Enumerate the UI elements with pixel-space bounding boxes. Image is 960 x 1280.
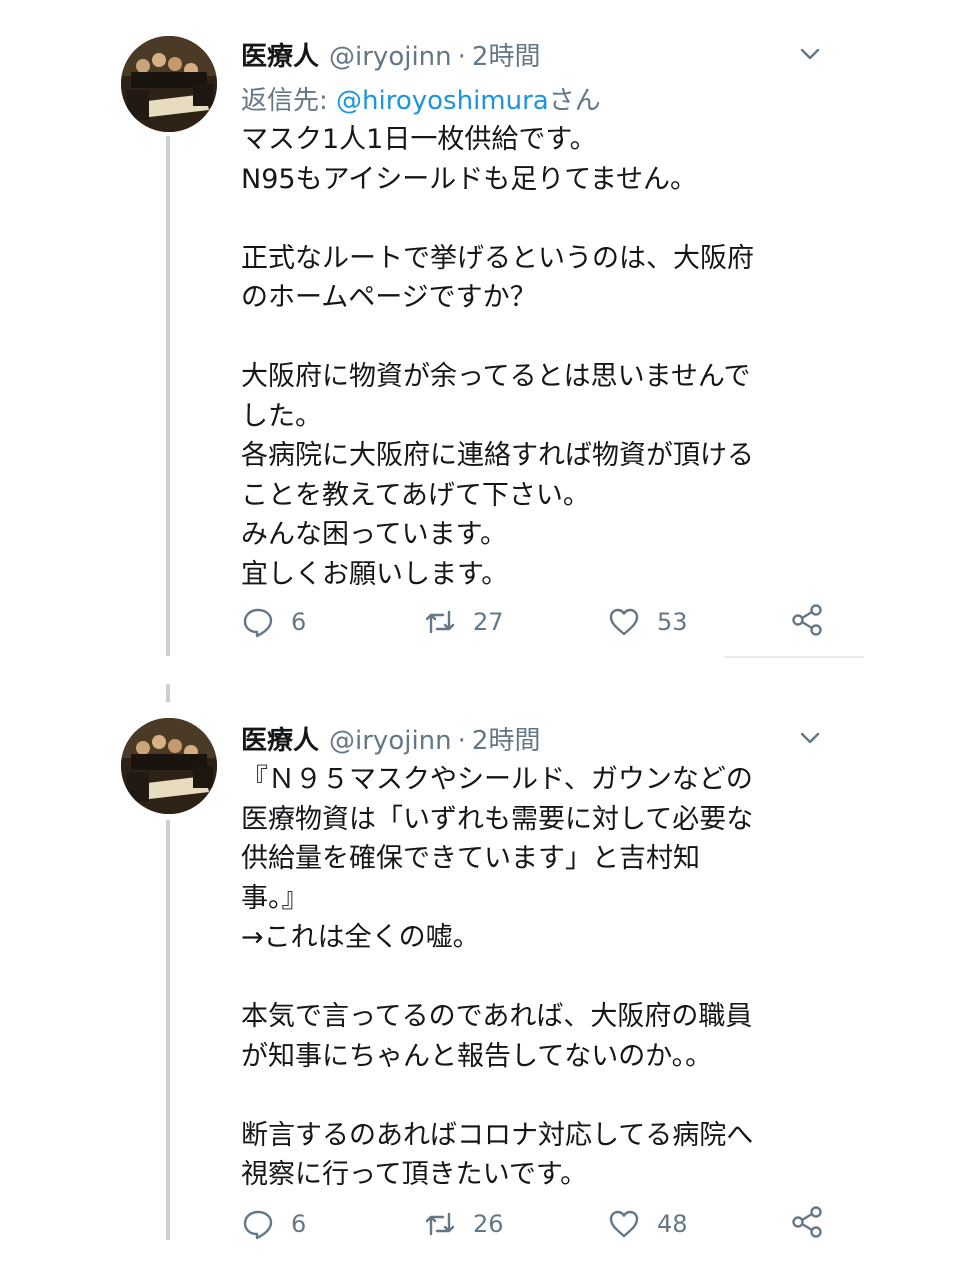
separator-dot: · bbox=[457, 42, 466, 72]
tweet-text-line: 宜しくお願いします。 bbox=[241, 558, 509, 590]
reply-to-prefix: 返信先: bbox=[241, 86, 337, 116]
tweet-text-line bbox=[241, 1076, 753, 1116]
avatar-painting bbox=[121, 718, 217, 814]
tweet-text-line bbox=[241, 199, 754, 239]
avatar[interactable] bbox=[121, 36, 217, 132]
reply-to: 返信先: @hiroyoshimuraさん bbox=[241, 80, 601, 117]
retweet-button[interactable]: 26 bbox=[423, 1204, 504, 1244]
reply-icon bbox=[243, 1210, 273, 1240]
like-count: 48 bbox=[657, 1210, 688, 1238]
tweet-text-line: 各病院に大阪府に連絡すれば物資が頂ける bbox=[241, 440, 754, 471]
tweet-text-line: 正式なルートで挙げるというのは、大阪府 bbox=[241, 242, 754, 274]
retweet-icon bbox=[425, 1212, 455, 1236]
author-handle[interactable]: @iryojinn bbox=[329, 726, 452, 756]
tweet-text-line: ことを教えてあげて下さい。 bbox=[241, 479, 590, 511]
tweet-actions: 6 26 48 bbox=[241, 1204, 831, 1244]
like-count: 53 bbox=[657, 608, 688, 636]
tweet-text-line bbox=[241, 958, 753, 998]
reply-to-suffix: さん bbox=[548, 86, 601, 116]
retweet-icon bbox=[425, 610, 455, 634]
tweet-text-line: 断言するのあればコロナ対応してる病院へ bbox=[241, 1119, 754, 1151]
tweet-text-line bbox=[241, 318, 754, 358]
reply-count: 6 bbox=[291, 1210, 307, 1238]
tweet[interactable]: 医療人 @iryojinn · 2時間 返信先: @hiroyoshimuraさん マ… bbox=[0, 0, 960, 660]
avatar-painting bbox=[121, 36, 217, 132]
separator-dot: · bbox=[457, 726, 466, 756]
tweet-text-line: マスク1人1日一枚供給です。 bbox=[241, 124, 597, 155]
reply-mention-link[interactable]: @hiroyoshimura bbox=[336, 86, 549, 116]
timestamp[interactable]: 2時間 bbox=[472, 42, 541, 72]
avatar[interactable] bbox=[121, 718, 217, 814]
author-handle[interactable]: @iryojinn bbox=[329, 42, 452, 72]
like-button[interactable]: 53 bbox=[607, 602, 688, 642]
reply-button[interactable]: 6 bbox=[241, 1204, 306, 1244]
like-button[interactable]: 48 bbox=[607, 1204, 688, 1244]
share-icon[interactable] bbox=[789, 602, 825, 638]
tweet[interactable]: 医療人 @iryojinn · 2時間 『Ｎ９５マスクやシールド、ガウンなどの 医療物… bbox=[0, 700, 960, 1280]
thread-line bbox=[166, 136, 170, 656]
reply-icon bbox=[243, 608, 273, 638]
share-icon[interactable] bbox=[789, 1204, 825, 1240]
divider bbox=[724, 656, 864, 658]
tweet-text-line: 事。』 bbox=[241, 882, 309, 914]
tweet-text-line: →これは全くの嘘。 bbox=[241, 922, 480, 953]
chevron-down-icon[interactable] bbox=[796, 40, 824, 68]
tweet-text: 『Ｎ９５マスクやシールド、ガウンなどの 医療物資は「いずれも需要に対して必要な … bbox=[241, 760, 753, 1195]
reply-button[interactable]: 6 bbox=[241, 602, 306, 642]
tweet-text: マスク1人1日一枚供給です。 N95もアイシールドも足りてません。 正式なルート… bbox=[241, 120, 754, 594]
tweet-text-line: 本気で言ってるのであれば、大阪府の職員 bbox=[241, 1001, 753, 1032]
retweet-count: 27 bbox=[473, 608, 504, 636]
tweet-text-line: N95もアイシールドも足りてません。 bbox=[241, 163, 698, 195]
tweet-header: 医療人 @iryojinn · 2時間 bbox=[241, 720, 540, 757]
tweet-text-line: 供給量を確保できています」と吉村知 bbox=[241, 843, 700, 874]
tweet-text-line: みんな困っています。 bbox=[241, 519, 507, 550]
timestamp[interactable]: 2時間 bbox=[472, 726, 541, 756]
tweet-text-line: 医療物資は「いずれも需要に対して必要な bbox=[241, 803, 754, 835]
retweet-button[interactable]: 27 bbox=[423, 602, 504, 642]
retweet-count: 26 bbox=[473, 1210, 504, 1238]
tweet-text-line: 視察に行って頂きたいです。 bbox=[241, 1159, 588, 1190]
like-icon bbox=[609, 608, 639, 636]
tweet-text-line: が知事にちゃんと報告してないのか。。 bbox=[241, 1040, 713, 1072]
author-name[interactable]: 医療人 bbox=[241, 42, 319, 72]
thread-line bbox=[166, 820, 170, 1240]
chevron-down-icon[interactable] bbox=[796, 724, 824, 752]
like-icon bbox=[609, 1210, 639, 1238]
tweet-text-line: した。 bbox=[241, 400, 322, 432]
tweet-actions: 6 27 53 bbox=[241, 602, 831, 642]
tweet-text-line: のホームページですか？ bbox=[241, 282, 537, 313]
reply-count: 6 bbox=[291, 608, 307, 636]
author-name[interactable]: 医療人 bbox=[241, 726, 319, 756]
tweet-text-line: 『Ｎ９５マスクやシールド、ガウンなどの bbox=[241, 764, 753, 795]
tweet-header: 医療人 @iryojinn · 2時間 bbox=[241, 36, 540, 73]
tweet-text-line: 大阪府に物資が余ってるとは思いませんで bbox=[241, 361, 751, 392]
